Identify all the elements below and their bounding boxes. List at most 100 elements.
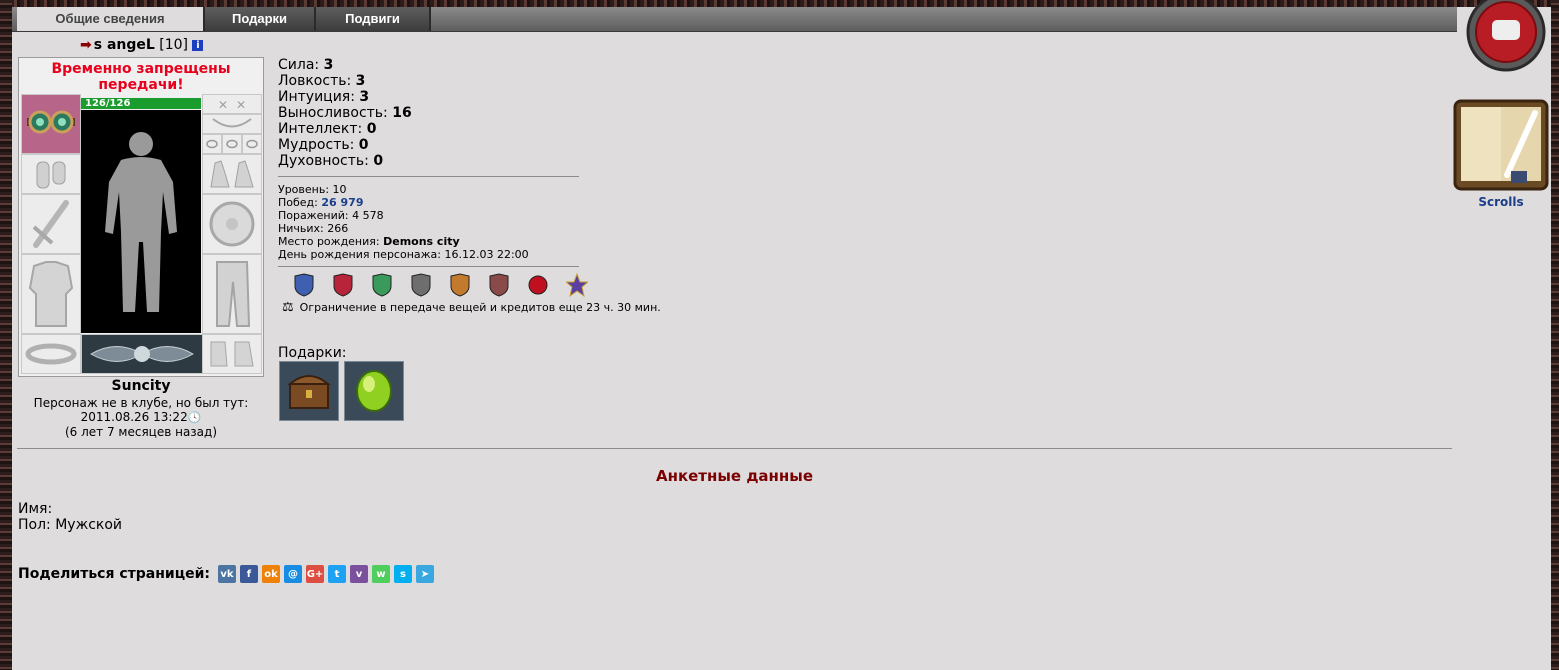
scrolls-book[interactable]: [1451, 95, 1551, 195]
profile-name-label: Имя:: [18, 501, 53, 517]
shield-placeholder-icon: [209, 201, 255, 247]
birthplace-value: Demons city: [383, 235, 460, 248]
skype-icon[interactable]: s: [393, 565, 412, 583]
profile-section-title: Анкетные данные: [655, 467, 814, 485]
wins-value[interactable]: 26 979: [321, 196, 363, 209]
necklace-placeholder-icon: [212, 118, 252, 128]
last-seen-info: Персонаж не в клубе, но был тут: 2011.08…: [18, 396, 264, 439]
badge[interactable]: [323, 272, 362, 298]
necklace-slot[interactable]: [202, 114, 262, 134]
ring-slot-1[interactable]: [202, 134, 222, 154]
gift-item[interactable]: [344, 361, 404, 421]
last-seen-time: 2011.08.26 13:22: [80, 410, 188, 424]
clock-icon: 🕓: [187, 411, 202, 424]
moimir-icon[interactable]: @: [283, 565, 302, 583]
rose-badge-icon: [528, 275, 547, 295]
goggles-icon: [27, 110, 75, 134]
twitter-icon[interactable]: t: [327, 565, 346, 583]
birthday-value: 16.12.03 22:00: [444, 248, 529, 261]
character-name: s angeL: [93, 37, 155, 53]
stat-value: 3: [323, 57, 334, 73]
badge[interactable]: [284, 272, 323, 298]
stat-value: 0: [358, 137, 369, 153]
divider: [278, 176, 579, 177]
character-city: Suncity: [111, 378, 171, 394]
badge[interactable]: [401, 272, 440, 298]
shield-slot[interactable]: [202, 194, 262, 254]
divider: [17, 448, 1452, 449]
googleplus-icon[interactable]: G+: [305, 565, 324, 583]
gloves-placeholder-icon: [210, 160, 254, 188]
share-icons: vk f ok @ G+ t v w s ➤: [217, 565, 434, 583]
fist-emblem[interactable]: [1454, 0, 1559, 72]
stat-label: Сила:: [278, 57, 320, 73]
stat-label: Духовность:: [278, 153, 369, 169]
character-stats: Сила: 3 Ловкость: 3 Интуиция: 3 Вынослив…: [278, 57, 412, 169]
stat-row: Выносливость: 16: [278, 105, 412, 121]
ring-slot-3[interactable]: [242, 134, 262, 154]
stat-row: Сила: 3: [278, 57, 412, 73]
shield-badge-icon: [294, 273, 313, 297]
character-info: Уровень: 10 Побед: 26 979 Поражений: 4 5…: [278, 183, 529, 261]
gift-item[interactable]: [279, 361, 339, 421]
viber-icon[interactable]: v: [349, 565, 368, 583]
belt-slot[interactable]: [21, 334, 81, 374]
earring-placeholder-icon: ✕ ✕: [218, 98, 246, 112]
gloves-slot[interactable]: [202, 154, 262, 194]
level-label: Уровень:: [278, 183, 330, 196]
badge[interactable]: [479, 272, 518, 298]
book-quill-icon: [1453, 99, 1549, 191]
vk-icon[interactable]: vk: [217, 565, 236, 583]
ring-slot-2[interactable]: [222, 134, 242, 154]
bracer-slot[interactable]: [21, 154, 81, 194]
last-seen-ago: (6 лет 7 месяцев назад): [64, 425, 218, 439]
sword-placeholder-icon: [32, 200, 69, 248]
body-silhouette-icon: [105, 131, 177, 312]
profile-sex-value: Мужской: [55, 517, 123, 533]
character-level: [10]: [159, 37, 188, 53]
transfer-restriction: ⚖ Ограничение в передаче вещей и кредито…: [282, 300, 661, 315]
armor-slot[interactable]: [21, 254, 81, 334]
star-badge-icon: [565, 273, 588, 297]
badge[interactable]: [362, 272, 401, 298]
tab-general-info[interactable]: Общие сведения: [17, 7, 205, 31]
weapon-slot[interactable]: [21, 194, 81, 254]
divider: [278, 266, 579, 267]
stat-row: Интеллект: 0: [278, 121, 412, 137]
draws-label: Ничьих:: [278, 222, 324, 235]
arrow-right-icon[interactable]: ➡: [80, 37, 92, 53]
badge[interactable]: [440, 272, 479, 298]
shield-badge-icon: [411, 273, 430, 297]
legs-slot[interactable]: [202, 254, 262, 334]
profile-sex-label: Пол:: [18, 517, 51, 533]
last-seen-label: Персонаж не в клубе, но был тут:: [33, 396, 249, 410]
emblem-slot[interactable]: [81, 334, 203, 374]
share-bar: Поделиться страницей: vk f ok @ G+ t v w s ➤: [18, 565, 434, 583]
ring-icon: [226, 139, 238, 149]
tab-bar: Общие сведения Подарки Подвиги: [12, 7, 1457, 32]
earring-slot[interactable]: ✕ ✕: [202, 94, 262, 114]
stat-label: Интеллект:: [278, 121, 363, 137]
whatsapp-icon[interactable]: w: [371, 565, 390, 583]
badge[interactable]: [557, 272, 596, 298]
scrolls-label[interactable]: Scrolls: [1451, 195, 1551, 209]
tab-gifts[interactable]: Подарки: [205, 7, 316, 31]
shield-badge-icon: [489, 273, 508, 297]
helmet-slot[interactable]: [21, 94, 81, 154]
gifts-label: Подарки:: [278, 345, 347, 361]
svg-text:✕: ✕: [218, 98, 228, 112]
telegram-icon[interactable]: ➤: [415, 565, 434, 583]
character-silhouette[interactable]: [81, 110, 201, 333]
odnoklassniki-icon[interactable]: ok: [261, 565, 280, 583]
window-frame-left: [0, 0, 12, 670]
green-gem-icon: [356, 370, 392, 412]
window-frame-top: [0, 0, 1559, 7]
stat-row: Ловкость: 3: [278, 73, 412, 89]
boots-slot[interactable]: [202, 334, 262, 374]
tab-achievements[interactable]: Подвиги: [316, 7, 431, 31]
ring-icon: [206, 139, 218, 149]
info-icon[interactable]: i: [192, 40, 204, 51]
badge[interactable]: [518, 272, 557, 298]
facebook-icon[interactable]: f: [239, 565, 258, 583]
svg-text:✕: ✕: [236, 98, 246, 112]
